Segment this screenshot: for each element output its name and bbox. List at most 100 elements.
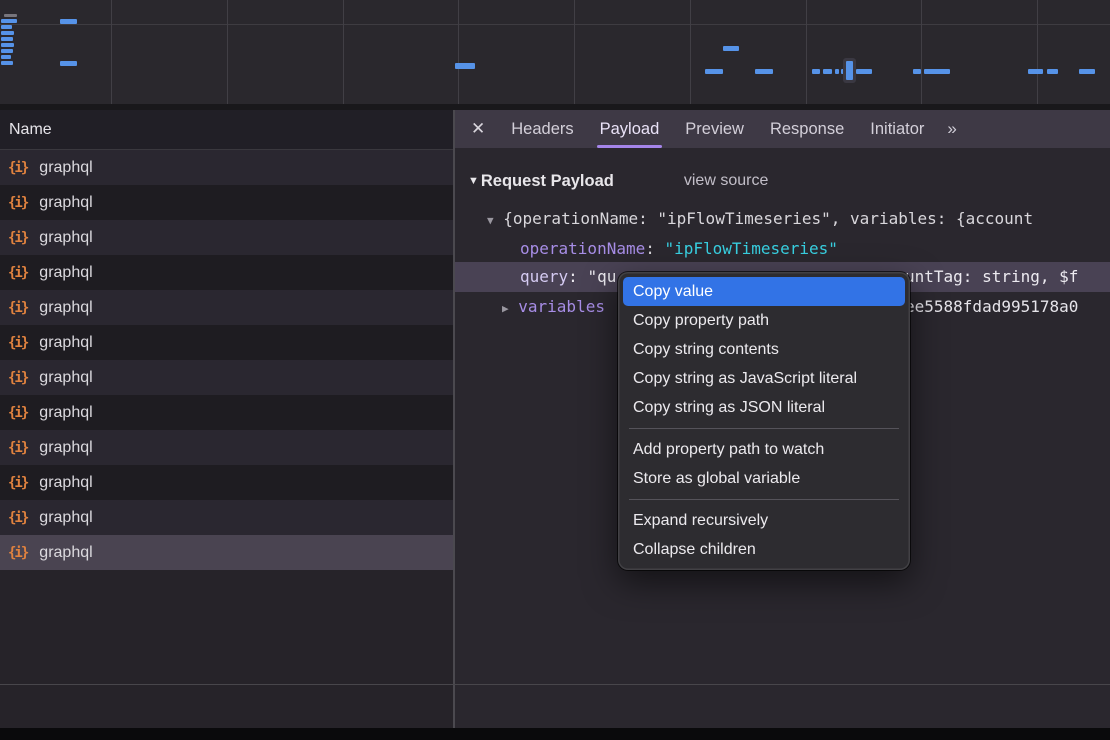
json-braces-icon: {i} <box>8 265 27 281</box>
request-name: graphql <box>39 474 92 492</box>
tab-initiator[interactable]: Initiator <box>857 110 937 148</box>
waterfall-bar[interactable] <box>1 19 17 23</box>
waterfall-bar[interactable] <box>856 69 872 74</box>
more-tabs-icon[interactable]: » <box>937 119 964 139</box>
overview-gridline <box>690 0 691 104</box>
overview-gridline <box>111 0 112 104</box>
variables-preview-continued: ee5588fdad995178a0 <box>905 292 1078 322</box>
collapse-caret-icon[interactable]: ▼ <box>468 175 479 187</box>
menu-item-copy-string-as-json-literal[interactable]: Copy string as JSON literal <box>623 393 905 422</box>
menu-item-copy-string-contents[interactable]: Copy string contents <box>623 335 905 364</box>
tab-preview[interactable]: Preview <box>672 110 757 148</box>
table-row[interactable]: {i} graphql <box>0 290 453 325</box>
request-list: {i} graphql {i} graphql {i} graphql {i} graphql… <box>0 150 453 570</box>
waterfall-bar[interactable] <box>1 43 14 47</box>
table-row[interactable]: {i}graphql <box>0 255 453 290</box>
tab-response[interactable]: Response <box>757 110 857 148</box>
waterfall-bar[interactable] <box>1 49 13 53</box>
detail-tab-bar: ✕ HeadersPayloadPreviewResponseInitiator… <box>455 110 1110 148</box>
table-row[interactable]: {i}graphql <box>0 430 453 465</box>
panel-splitter[interactable] <box>453 110 455 728</box>
network-overview[interactable] <box>0 0 1110 104</box>
waterfall-bar[interactable] <box>913 69 921 74</box>
footer-divider <box>0 684 1110 685</box>
network-request-panel: Name {i}graphql{i}graphql{i}graphql{i}gr… <box>0 110 453 728</box>
menu-item-copy-value[interactable]: Copy value <box>623 277 905 306</box>
overview-gridline <box>343 0 344 104</box>
overview-gridline <box>921 0 922 104</box>
waterfall-bar[interactable] <box>1 37 13 41</box>
property-key: operationName <box>520 239 645 258</box>
waterfall-bar[interactable] <box>1028 69 1043 74</box>
context-menu: Copy valueCopy property pathCopy string … <box>618 272 910 570</box>
waterfall-bar[interactable] <box>755 69 773 74</box>
waterfall-bar[interactable] <box>1047 69 1058 74</box>
menu-item-expand-recursively[interactable]: Expand recursively <box>623 506 905 535</box>
request-name: graphql <box>39 544 92 562</box>
tab-headers[interactable]: Headers <box>498 110 586 148</box>
expanded-caret-icon[interactable]: ▼ <box>487 214 494 227</box>
json-braces-icon: {i} <box>8 440 27 456</box>
menu-item-copy-string-as-javascript-literal[interactable]: Copy string as JavaScript literal <box>623 364 905 393</box>
json-braces-icon: {i} <box>8 510 27 526</box>
waterfall-bar[interactable] <box>823 69 832 74</box>
waterfall-bar[interactable] <box>841 69 844 74</box>
request-name: graphql <box>39 404 92 422</box>
object-preview-text: {operationName: "ipFlowTimeseries", vari… <box>503 209 1033 228</box>
json-braces-icon: {i} <box>8 300 27 316</box>
waterfall-bar[interactable] <box>60 61 77 66</box>
menu-item-store-as-global-variable[interactable]: Store as global variable <box>623 464 905 493</box>
view-source-link[interactable]: view source <box>684 172 768 190</box>
request-name: graphql <box>39 299 92 317</box>
overview-gridline <box>574 0 575 104</box>
request-name: graphql <box>39 229 92 247</box>
tab-payload[interactable]: Payload <box>587 110 673 148</box>
waterfall-bar[interactable] <box>455 63 475 69</box>
table-row[interactable]: {i}graphql <box>0 500 453 535</box>
json-braces-icon: {i} <box>8 370 27 386</box>
table-row[interactable]: {i}graphql <box>0 360 453 395</box>
table-row[interactable]: {i}graphql <box>0 395 453 430</box>
waterfall-bar[interactable] <box>846 61 853 80</box>
waterfall-bar[interactable] <box>812 69 820 74</box>
json-braces-icon: {i} <box>8 230 27 246</box>
overview-gridline-horizontal <box>0 24 1110 25</box>
menu-separator <box>629 428 899 429</box>
waterfall-bar[interactable] <box>1079 69 1095 74</box>
name-column-header[interactable]: Name <box>0 110 453 150</box>
waterfall-bar[interactable] <box>1 31 14 35</box>
menu-item-add-property-path-to-watch[interactable]: Add property path to watch <box>623 435 905 464</box>
operation-name-row[interactable]: operationName: "ipFlowTimeseries" <box>455 234 1110 264</box>
request-name: graphql <box>39 159 92 177</box>
table-row[interactable]: {i}graphql <box>0 535 453 570</box>
waterfall-bar[interactable] <box>1 61 13 65</box>
waterfall-bar[interactable] <box>60 19 77 24</box>
json-braces-icon: {i} <box>8 475 27 491</box>
waterfall-bar[interactable] <box>723 46 739 51</box>
waterfall-bar[interactable] <box>4 14 17 17</box>
waterfall-bar[interactable] <box>1 55 11 59</box>
table-row[interactable]: {i}graphql <box>0 185 453 220</box>
menu-item-copy-property-path[interactable]: Copy property path <box>623 306 905 335</box>
table-row[interactable]: {i}graphql <box>0 150 453 185</box>
table-row[interactable]: {i} graphql <box>0 220 453 255</box>
property-key: query <box>520 267 568 286</box>
close-icon[interactable]: ✕ <box>455 119 498 139</box>
collapsed-caret-icon[interactable]: ▶ <box>502 302 509 315</box>
request-name: graphql <box>39 194 92 212</box>
waterfall-bar[interactable] <box>705 69 723 74</box>
window-bottom-bar <box>0 728 1110 740</box>
menu-separator <box>629 499 899 500</box>
table-row[interactable]: {i} graphql <box>0 325 453 360</box>
payload-root-row[interactable]: ▼ {operationName: "ipFlowTimeseries", va… <box>455 204 1110 234</box>
menu-item-collapse-children[interactable]: Collapse children <box>623 535 905 564</box>
table-row[interactable]: {i} graphql <box>0 465 453 500</box>
overview-gridline <box>227 0 228 104</box>
waterfall-bar[interactable] <box>1 25 12 29</box>
request-name: graphql <box>39 334 92 352</box>
overview-gridline <box>806 0 807 104</box>
json-braces-icon: {i} <box>8 335 27 351</box>
waterfall-bar[interactable] <box>835 69 839 74</box>
waterfall-bar[interactable] <box>924 69 950 74</box>
request-payload-section-header[interactable]: ▼ Request Payload view source <box>468 168 768 194</box>
